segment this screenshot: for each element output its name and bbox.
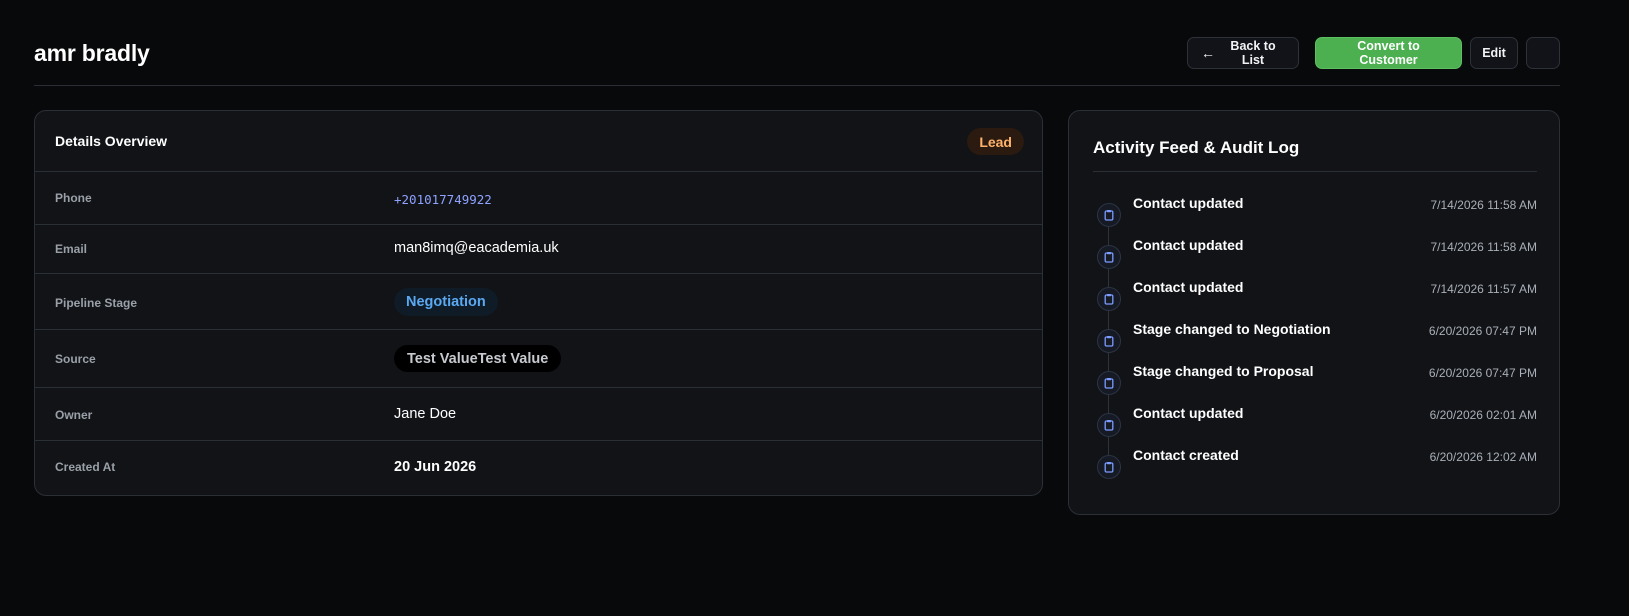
clipboard-icon <box>1097 413 1121 437</box>
detail-row-source: Source Test ValueTest Value <box>35 330 1042 388</box>
activity-item: Stage changed to Proposal 6/20/2026 07:4… <box>1093 363 1537 401</box>
detail-row-owner: Owner Jane Doe <box>35 388 1042 441</box>
header-divider <box>34 85 1560 86</box>
clipboard-icon <box>1097 455 1121 479</box>
details-overview-card: Details Overview Lead Phone +20101774992… <box>34 110 1043 496</box>
activity-text: Stage changed to Proposal <box>1133 363 1314 379</box>
owner-label: Owner <box>55 408 93 422</box>
detail-row-created-at: Created At 20 Jun 2026 <box>35 441 1042 494</box>
activity-item: Contact created 6/20/2026 12:02 AM <box>1093 447 1537 485</box>
detail-row-email: Email man8imq@eacademia.uk <box>35 225 1042 274</box>
activity-feed-title: Activity Feed & Audit Log <box>1093 138 1300 157</box>
status-badge: Lead <box>967 128 1024 155</box>
arrow-left-icon: ← <box>1201 45 1215 61</box>
clipboard-icon <box>1097 329 1121 353</box>
activity-item: Contact updated 7/14/2026 11:58 AM <box>1093 237 1537 275</box>
pipeline-stage-label: Pipeline Stage <box>55 296 138 310</box>
activity-time: 6/20/2026 07:47 PM <box>1428 324 1537 338</box>
phone-link[interactable]: +201017749922 <box>394 192 492 207</box>
activity-time: 7/14/2026 11:58 AM <box>1430 240 1537 254</box>
clipboard-icon <box>1097 203 1121 227</box>
activity-text: Contact updated <box>1133 195 1244 211</box>
activity-time: 6/20/2026 12:02 AM <box>1429 450 1537 464</box>
detail-row-pipeline-stage: Pipeline Stage Negotiation <box>35 274 1042 330</box>
activity-item: Contact updated 7/14/2026 11:58 AM <box>1093 195 1537 233</box>
activity-item: Contact updated 7/14/2026 11:57 AM <box>1093 279 1537 317</box>
back-to-list-label: Back to List <box>1230 39 1276 67</box>
activity-time: 6/20/2026 02:01 AM <box>1429 408 1537 422</box>
activity-time: 7/14/2026 11:58 AM <box>1430 198 1537 212</box>
pipeline-stage-badge: Negotiation <box>394 288 498 316</box>
details-card-header: Details Overview Lead <box>35 111 1042 172</box>
page-title: amr bradly <box>34 40 150 66</box>
clipboard-icon <box>1097 287 1121 311</box>
activity-item: Stage changed to Negotiation 6/20/2026 0… <box>1093 321 1537 359</box>
contact-detail-page: amr bradly ← Back to List Convert to Cus… <box>0 0 1629 616</box>
source-badge: Test ValueTest Value <box>394 345 562 372</box>
activity-divider <box>1093 171 1537 172</box>
convert-to-customer-button[interactable]: Convert to Customer <box>1315 37 1462 69</box>
created-at-value: 20 Jun 2026 <box>394 459 477 475</box>
activity-text: Contact created <box>1133 447 1239 463</box>
source-label: Source <box>55 352 96 366</box>
clipboard-icon <box>1097 245 1121 269</box>
activity-time: 7/14/2026 11:57 AM <box>1430 282 1537 296</box>
activity-time: 6/20/2026 07:47 PM <box>1428 366 1537 380</box>
details-card-title: Details Overview <box>55 133 168 149</box>
clipboard-icon <box>1097 371 1121 395</box>
more-options-button[interactable] <box>1526 37 1560 69</box>
activity-item: Contact updated 6/20/2026 02:01 AM <box>1093 405 1537 443</box>
activity-text: Contact updated <box>1133 279 1244 295</box>
phone-label: Phone <box>55 191 92 205</box>
activity-text: Contact updated <box>1133 237 1244 253</box>
activity-feed-card: Activity Feed & Audit Log Contact update… <box>1068 110 1560 515</box>
activity-text: Contact updated <box>1133 405 1244 421</box>
activity-text: Stage changed to Negotiation <box>1133 321 1331 337</box>
email-value: man8imq@eacademia.uk <box>394 240 559 256</box>
owner-value: Jane Doe <box>394 406 457 422</box>
created-at-label: Created At <box>55 460 116 474</box>
back-to-list-button[interactable]: ← Back to List <box>1187 37 1299 69</box>
header-actions: ← Back to List Convert to Customer Edit <box>1187 37 1560 69</box>
detail-row-phone: Phone +201017749922 <box>35 172 1042 225</box>
email-label: Email <box>55 242 88 256</box>
page-header: amr bradly ← Back to List Convert to Cus… <box>34 34 1560 86</box>
edit-button[interactable]: Edit <box>1470 37 1518 69</box>
